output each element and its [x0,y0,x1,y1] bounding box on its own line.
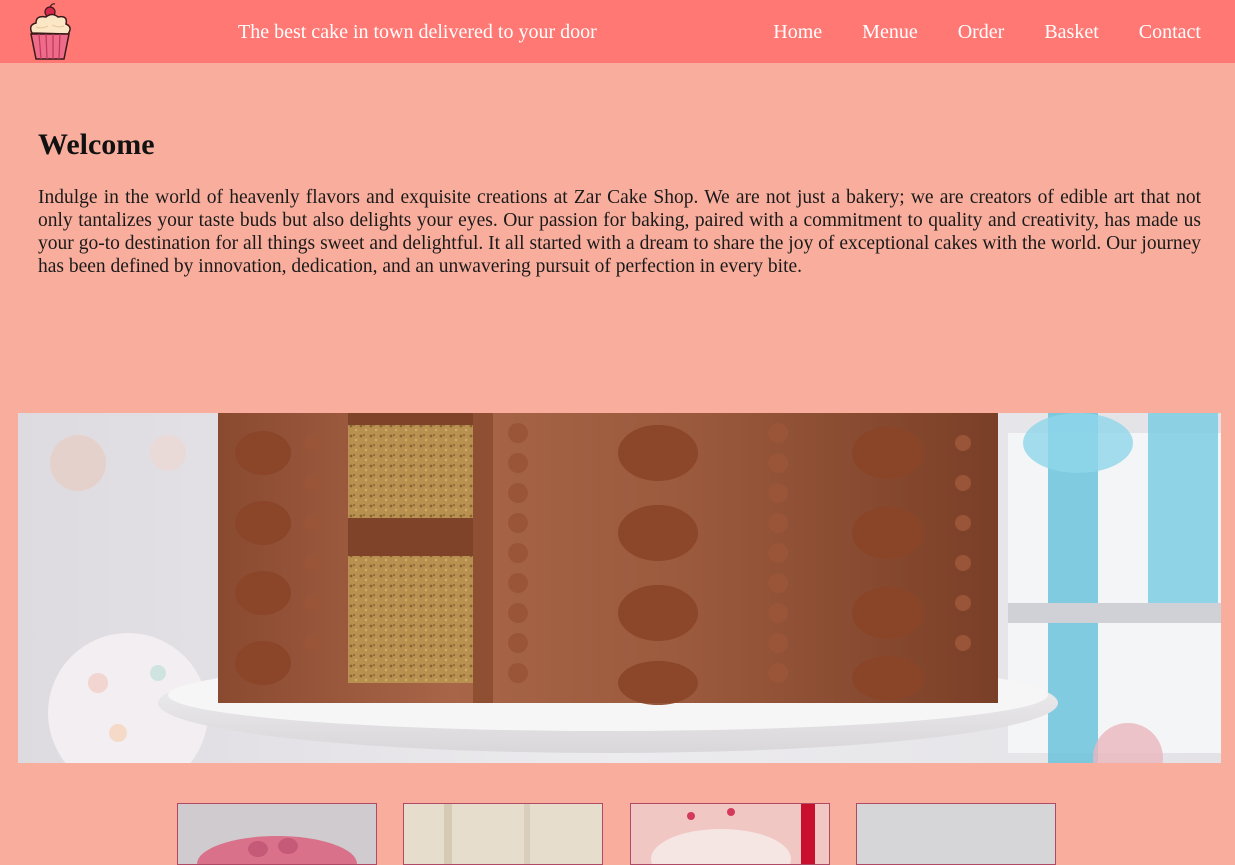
nav-home-link[interactable]: Home [773,20,822,44]
cupcake-icon[interactable] [26,3,74,61]
nav-order-link[interactable]: Order [958,20,1005,44]
pink-cake-thumbnail-image [178,804,376,864]
rustic-cake-thumbnail-image [404,804,602,864]
chocolate-cake-illustration [18,413,1221,763]
thumbnail-grey-cake[interactable] [856,803,1056,865]
site-header: The best cake in town delivered to your … [0,0,1235,63]
nav-basket-link[interactable]: Basket [1044,20,1098,44]
page-title: Welcome [38,128,155,161]
intro-paragraph: Indulge in the world of heavenly flavors… [38,187,1201,277]
main-nav: Home Menue Order Basket Contact [773,20,1201,44]
nav-menue-link[interactable]: Menue [862,20,918,44]
nav-contact-link[interactable]: Contact [1139,20,1201,44]
site-tagline: The best cake in town delivered to your … [238,21,597,43]
heart-cake-thumbnail-image [631,804,829,864]
thumbnail-rustic-cake[interactable] [403,803,603,865]
thumbnail-heart-cake[interactable] [630,803,830,865]
thumbnail-pink-rose-cake[interactable] [177,803,377,865]
grey-cake-thumbnail-image [857,804,1055,864]
hero-cake-image [18,413,1221,763]
